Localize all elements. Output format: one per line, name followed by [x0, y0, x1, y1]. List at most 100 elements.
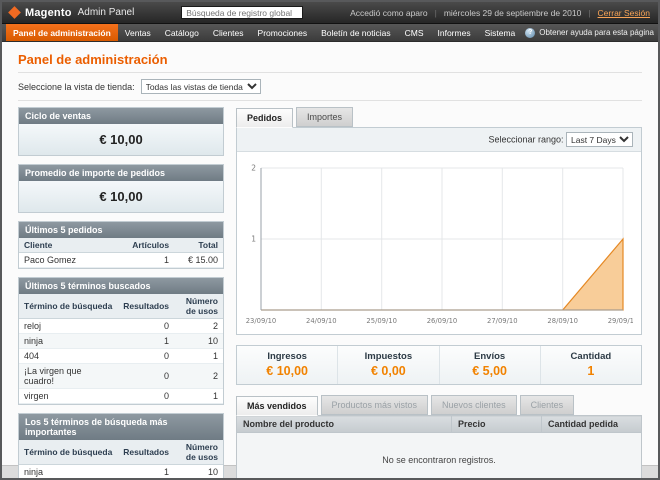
column-header: Cliente: [19, 238, 125, 253]
dashboard-content: Panel de administración Seleccione la vi…: [2, 42, 658, 466]
table-row[interactable]: ninja110: [19, 465, 223, 480]
magento-brand: Magento Admin Panel: [10, 7, 134, 19]
column-header: Número de usos: [174, 294, 223, 319]
table-cell: 10: [174, 465, 223, 480]
brand-subtitle: Admin Panel: [78, 7, 135, 18]
bestsellers-table: Nombre del productoPrecioCantidad pedida…: [236, 415, 642, 480]
nav-item-boletin[interactable]: Boletín de noticias: [314, 24, 397, 41]
column-header: Término de búsqueda: [19, 440, 118, 465]
column-header: Resultados: [118, 440, 174, 465]
table-header-row: Término de búsquedaResultadosNúmero de u…: [19, 440, 223, 465]
svg-text:26/09/10: 26/09/10: [427, 317, 458, 325]
nav-item-sistema[interactable]: Sistema: [478, 24, 523, 41]
table-cell: 1: [118, 465, 174, 480]
table-cell: 1: [125, 253, 174, 268]
store-view-row: Seleccione la vista de tienda: Todas las…: [18, 79, 642, 94]
totals-row: Ingresos € 10,00 Impuestos € 0,00 Envíos…: [236, 345, 642, 385]
last-orders-panel: Últimos 5 pedidos ClienteArtículosTotal …: [18, 221, 224, 269]
tab-importes[interactable]: Importes: [296, 107, 353, 127]
column-header: Artículos: [125, 238, 174, 253]
table-row[interactable]: reloj02: [19, 319, 223, 334]
table-header-row: Nombre del productoPrecioCantidad pedida: [237, 416, 642, 433]
stat-value: 1: [541, 364, 641, 378]
left-column: Ciclo de ventas € 10,00 Promedio de impo…: [18, 107, 224, 480]
nav-item-clientes[interactable]: Clientes: [206, 24, 251, 41]
svg-text:27/09/10: 27/09/10: [487, 317, 518, 325]
stat-value: € 5,00: [440, 364, 540, 378]
separator: |: [588, 8, 590, 18]
table-cell: 0: [118, 319, 174, 334]
table-cell: € 15.00: [174, 253, 223, 268]
brand-name: Magento: [25, 7, 72, 19]
stat-label: Impuestos: [338, 351, 438, 362]
table-cell: 0: [118, 364, 174, 389]
table-cell: reloj: [19, 319, 118, 334]
average-orders-value: € 10,00: [19, 181, 223, 212]
orders-chart: 1223/09/1024/09/1025/09/1026/09/1027/09/…: [243, 158, 633, 328]
tab-mas-vendidos[interactable]: Más vendidos: [236, 396, 318, 416]
empty-message: No se encontraron registros.: [237, 433, 642, 480]
table-row[interactable]: ¡La virgen que cuadro!02: [19, 364, 223, 389]
logout-link[interactable]: Cerrar Sesión: [598, 8, 650, 18]
svg-text:24/09/10: 24/09/10: [306, 317, 337, 325]
column-header: Precio: [452, 416, 542, 433]
last-orders-table: ClienteArtículosTotal Paco Gomez1€ 15.00: [19, 238, 223, 268]
nav-item-informes[interactable]: Informes: [431, 24, 478, 41]
table-row[interactable]: Paco Gomez1€ 15.00: [19, 253, 223, 268]
table-cell: virgen: [19, 389, 118, 404]
nav-item-dashboard[interactable]: Panel de administración: [6, 24, 118, 41]
range-select[interactable]: Last 7 Days: [566, 132, 633, 147]
column-header: Nombre del producto: [237, 416, 452, 433]
help-label: Obtener ayuda para esta página: [539, 28, 654, 37]
table-row[interactable]: 40401: [19, 349, 223, 364]
tab-productos-mas-vistos[interactable]: Productos más vistos: [321, 395, 429, 415]
nav-item-promociones[interactable]: Promociones: [251, 24, 315, 41]
help-link[interactable]: ? Obtener ayuda para esta página: [525, 24, 654, 41]
table-row[interactable]: ninja110: [19, 334, 223, 349]
table-header-row: Término de búsquedaResultadosNúmero de u…: [19, 294, 223, 319]
tab-pedidos[interactable]: Pedidos: [236, 108, 293, 128]
top-search-terms-panel: Los 5 términos de búsqueda más important…: [18, 413, 224, 480]
stat-cantidad: Cantidad 1: [540, 346, 641, 384]
lifetime-sales-title: Ciclo de ventas: [19, 108, 223, 124]
stat-value: € 0,00: [338, 364, 438, 378]
top-search-terms-table: Término de búsquedaResultadosNúmero de u…: [19, 440, 223, 480]
store-view-select[interactable]: Todas las vistas de tienda: [141, 79, 261, 94]
global-search-input[interactable]: [181, 6, 303, 19]
stat-label: Cantidad: [541, 351, 641, 362]
last-search-terms-table: Término de búsquedaResultadosNúmero de u…: [19, 294, 223, 404]
tab-nuevos-clientes[interactable]: Nuevos clientes: [431, 395, 517, 415]
stat-envios: Envíos € 5,00: [439, 346, 540, 384]
table-cell: ninja: [19, 465, 118, 480]
average-orders-title: Promedio de importe de pedidos: [19, 165, 223, 181]
nav-item-catalogo[interactable]: Catálogo: [158, 24, 206, 41]
stat-value: € 10,00: [237, 364, 337, 378]
column-header: Número de usos: [174, 440, 223, 465]
logged-in-text: Accedió como aparo: [350, 8, 428, 18]
table-row[interactable]: virgen01: [19, 389, 223, 404]
table-cell: 0: [118, 389, 174, 404]
divider: [18, 72, 642, 73]
stat-ingresos: Ingresos € 10,00: [237, 346, 337, 384]
table-cell: 404: [19, 349, 118, 364]
stat-label: Envíos: [440, 351, 540, 362]
nav-item-cms[interactable]: CMS: [398, 24, 431, 41]
stat-impuestos: Impuestos € 0,00: [337, 346, 438, 384]
table-cell: 1: [174, 389, 223, 404]
stat-label: Ingresos: [237, 351, 337, 362]
svg-text:25/09/10: 25/09/10: [366, 317, 397, 325]
lifetime-sales-panel: Ciclo de ventas € 10,00: [18, 107, 224, 156]
main-nav: Panel de administración Ventas Catálogo …: [2, 24, 658, 42]
last-search-terms-panel: Últimos 5 términos buscados Término de b…: [18, 277, 224, 405]
magento-logo-icon: [8, 6, 21, 19]
svg-text:2: 2: [251, 164, 256, 173]
chart-tabs: Pedidos Importes: [236, 107, 642, 127]
tab-clientes[interactable]: Clientes: [520, 395, 575, 415]
table-cell: Paco Gomez: [19, 253, 125, 268]
right-column: Pedidos Importes Seleccionar rango: Last…: [236, 107, 642, 480]
nav-item-ventas[interactable]: Ventas: [118, 24, 158, 41]
table-cell: ninja: [19, 334, 118, 349]
column-header: Resultados: [118, 294, 174, 319]
divider: [18, 100, 642, 101]
svg-text:1: 1: [251, 235, 256, 244]
